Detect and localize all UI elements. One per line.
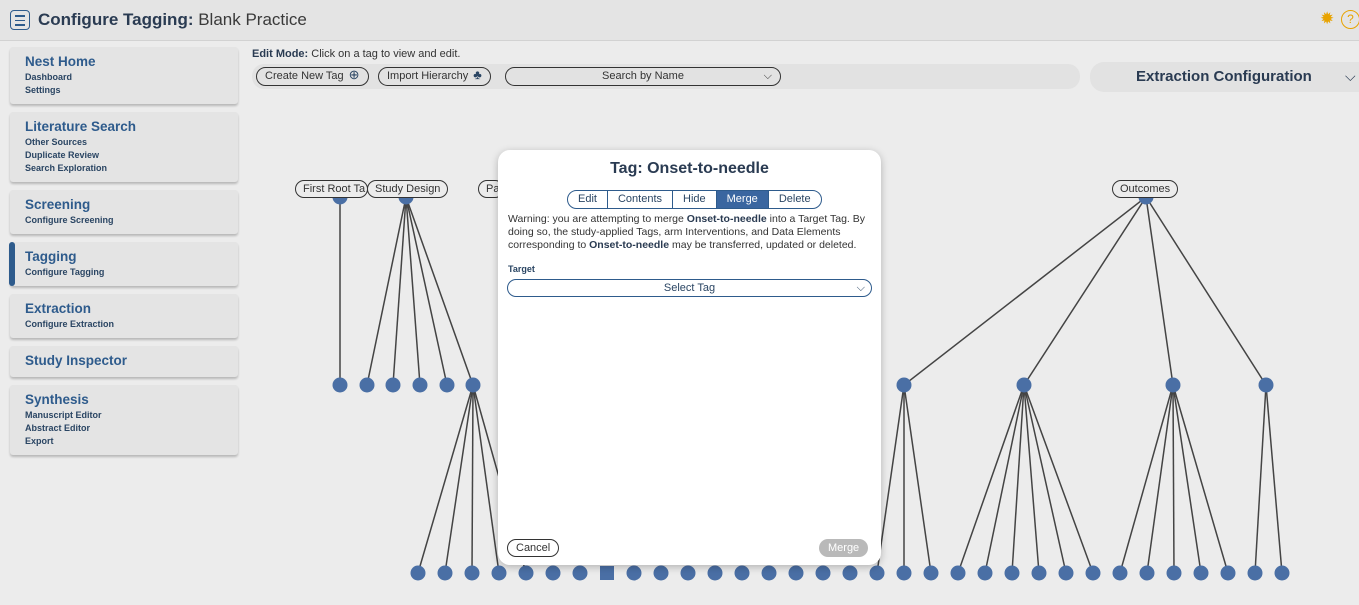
tree-node[interactable]: [1166, 565, 1182, 581]
tree-node[interactable]: [600, 566, 614, 580]
tab-delete[interactable]: Delete: [769, 191, 821, 208]
tree-node[interactable]: [385, 377, 401, 393]
tree-edge: [405, 196, 474, 386]
tree-edge: [1172, 384, 1202, 574]
tree-node[interactable]: [1085, 565, 1101, 581]
warning-tag-name: Onset-to-needle: [686, 213, 767, 225]
tree-node[interactable]: [491, 565, 507, 581]
tree-node[interactable]: [1274, 565, 1290, 581]
tree-node[interactable]: [1058, 565, 1074, 581]
tree-edge: [1265, 384, 1283, 574]
tag-first-root-label: First Root Ta: [303, 183, 366, 195]
tree-node[interactable]: [412, 377, 428, 393]
tree-node[interactable]: [842, 565, 858, 581]
modal-tabs: Edit Contents Hide Merge Delete: [567, 190, 822, 209]
tree-node[interactable]: [950, 565, 966, 581]
tree-node[interactable]: [815, 565, 831, 581]
tab-edit[interactable]: Edit: [568, 191, 608, 208]
tree-node[interactable]: [653, 565, 669, 581]
tree-edge: [1119, 384, 1174, 574]
tree-node[interactable]: [896, 377, 912, 393]
tag-study-design[interactable]: Study Design: [367, 180, 449, 198]
tree-edge: [1172, 384, 1229, 574]
tree-node[interactable]: [923, 565, 939, 581]
tree-edge: [1254, 384, 1267, 574]
warning-tag-name-2: Onset-to-needle: [589, 239, 670, 251]
tag-outcomes[interactable]: Outcomes: [1112, 180, 1179, 198]
tree-node[interactable]: [1016, 377, 1032, 393]
tree-node[interactable]: [518, 565, 534, 581]
tag-modal: Tag: Onset-to-needle Edit Contents Hide …: [498, 150, 881, 565]
tree-edge: [903, 384, 932, 574]
cancel-button[interactable]: Cancel: [507, 539, 560, 557]
tree-node[interactable]: [1031, 565, 1047, 581]
tree-node[interactable]: [1258, 377, 1274, 393]
tree-edge: [471, 384, 474, 574]
merge-warning: Warning: you are attempting to merge Ons…: [508, 213, 874, 252]
tree-edge: [405, 196, 421, 386]
target-tag-select[interactable]: Select Tag ⌵: [507, 279, 872, 297]
tree-node[interactable]: [465, 377, 481, 393]
tree-node[interactable]: [869, 565, 885, 581]
tree-node[interactable]: [977, 565, 993, 581]
tree-node[interactable]: [439, 377, 455, 393]
tree-node[interactable]: [788, 565, 804, 581]
tree-node[interactable]: [1220, 565, 1236, 581]
tree-node[interactable]: [545, 565, 561, 581]
tree-edge: [1023, 384, 1040, 574]
tag-study-design-label: Study Design: [375, 183, 441, 195]
tree-node[interactable]: [734, 565, 750, 581]
tree-edge: [903, 196, 1147, 386]
tree-edge: [1172, 384, 1175, 574]
tree-node[interactable]: [1165, 377, 1181, 393]
chevron-down-icon: ⌵: [856, 282, 865, 294]
tree-node[interactable]: [464, 565, 480, 581]
target-label: Target: [508, 264, 535, 274]
tree-node[interactable]: [437, 565, 453, 581]
tree-edge: [472, 384, 500, 574]
tab-merge[interactable]: Merge: [716, 191, 769, 208]
tree-edge: [1023, 196, 1147, 386]
tree-edge: [876, 384, 905, 574]
tree-node[interactable]: [1004, 565, 1020, 581]
tree-node[interactable]: [896, 565, 912, 581]
tree-edge: [1146, 384, 1174, 574]
tree-edge: [444, 384, 474, 574]
tree-node[interactable]: [410, 565, 426, 581]
tree-node[interactable]: [707, 565, 723, 581]
tag-first-root[interactable]: First Root Ta: [295, 180, 368, 198]
tree-node[interactable]: [626, 565, 642, 581]
merge-button[interactable]: Merge: [819, 539, 869, 557]
tree-node[interactable]: [1139, 565, 1155, 581]
tree-edge: [1145, 196, 1174, 386]
select-tag-placeholder: Select Tag: [663, 282, 716, 294]
tree-node[interactable]: [761, 565, 777, 581]
tree-edge: [417, 384, 474, 574]
tree-edge: [1023, 384, 1067, 574]
tree-edge: [405, 196, 448, 386]
tree-node[interactable]: [1193, 565, 1209, 581]
tree-edge: [1023, 384, 1094, 574]
tree-node[interactable]: [572, 565, 588, 581]
tree-node[interactable]: [680, 565, 696, 581]
warning-part-1: Warning: you are attempting to merge: [508, 213, 687, 225]
tree-edge: [1145, 196, 1267, 386]
tag-outcomes-label: Outcomes: [1120, 183, 1171, 195]
tree-node[interactable]: [1112, 565, 1128, 581]
modal-title: Tag: Onset-to-needle: [610, 160, 769, 177]
tree-node[interactable]: [1247, 565, 1263, 581]
tab-contents[interactable]: Contents: [608, 191, 673, 208]
tab-hide[interactable]: Hide: [673, 191, 717, 208]
tree-node[interactable]: [332, 377, 348, 393]
warning-part-3: may be transferred, updated or deleted.: [669, 239, 857, 251]
tree-node[interactable]: [359, 377, 375, 393]
